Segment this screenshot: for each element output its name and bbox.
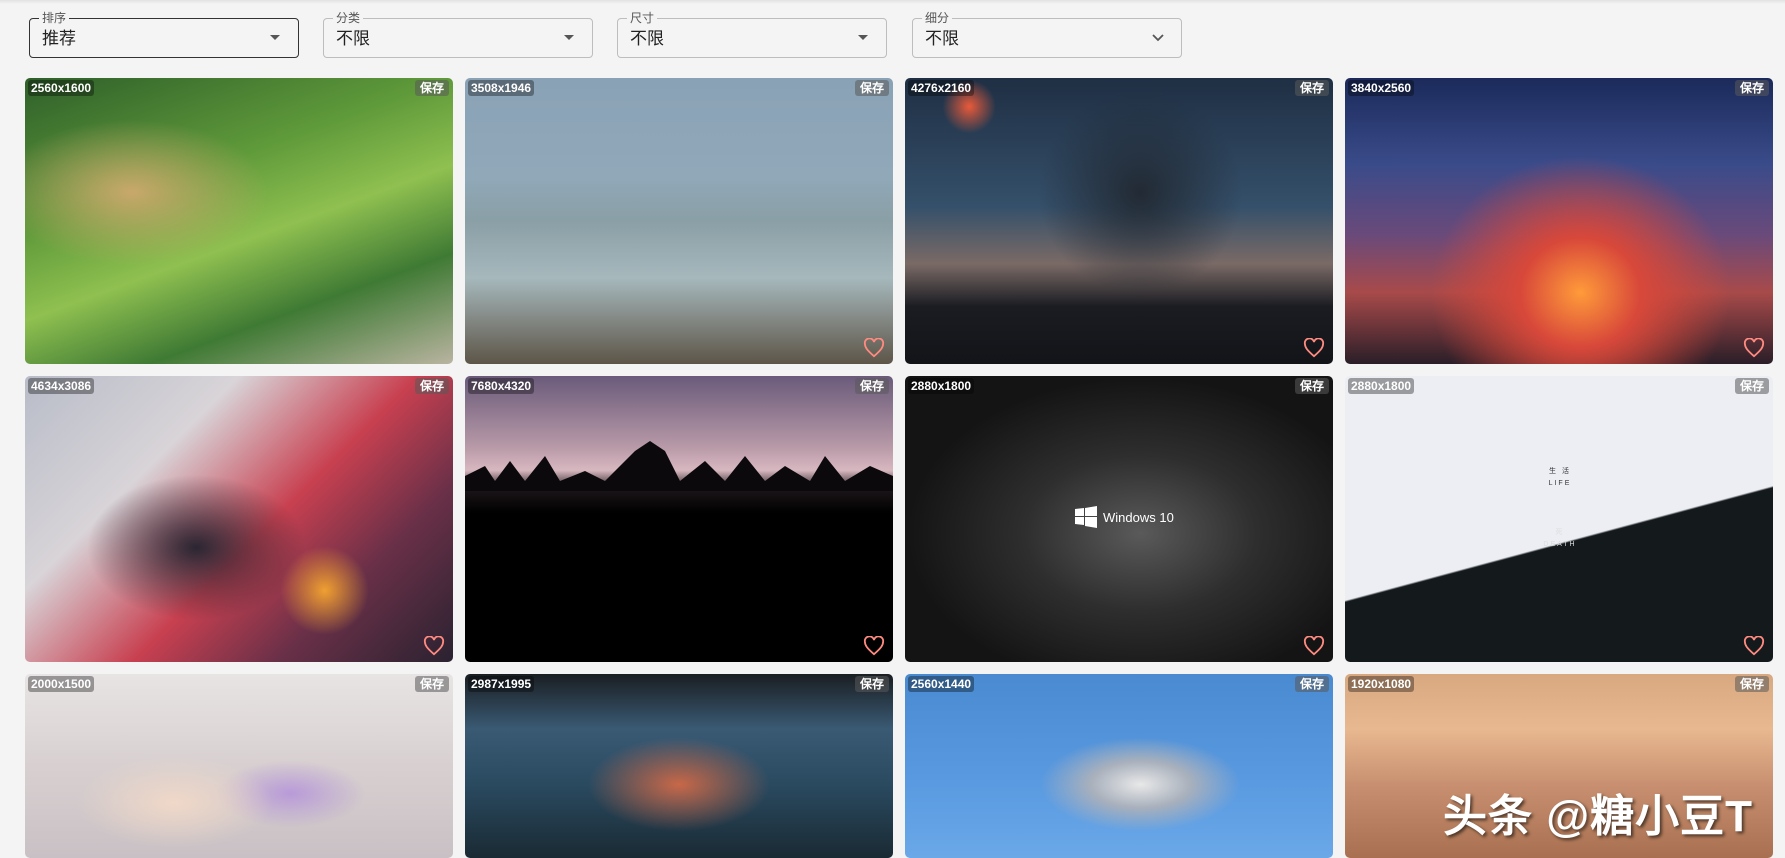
windows-text: Windows 10 (1103, 509, 1174, 525)
wallpaper-card[interactable]: 生 活 LIFE 死 DEATH 2880x1800 保存 (1345, 376, 1773, 662)
wallpaper-thumbnail[interactable] (465, 674, 893, 858)
wallpaper-thumbnail[interactable] (905, 674, 1333, 858)
category-select[interactable]: 分类 不限 (323, 11, 593, 58)
category-select-value: 不限 (336, 29, 370, 48)
sort-select[interactable]: 排序 推荐 (29, 11, 299, 58)
resolution-badge: 2000x1500 (28, 676, 95, 692)
save-button[interactable]: 保存 (854, 80, 889, 96)
subcategory-select-value: 不限 (925, 29, 959, 48)
save-button[interactable]: 保存 (414, 676, 449, 692)
resolution-badge: 2880x1800 (1348, 378, 1415, 394)
windows-logo-icon (1075, 506, 1097, 528)
life-text: LIFE (1548, 480, 1572, 487)
resolution-badge: 2880x1800 (908, 378, 975, 394)
save-button[interactable]: 保存 (414, 80, 449, 96)
heart-icon[interactable] (863, 338, 885, 358)
life-cn-text: 生 活 (1549, 468, 1571, 475)
wallpaper-card[interactable]: 2560x1440 保存 (905, 674, 1333, 858)
wallpaper-card[interactable]: Windows 10 2880x1800 保存 (905, 376, 1333, 662)
heart-icon[interactable] (1303, 636, 1325, 656)
category-select-label: 分类 (333, 11, 364, 25)
wallpaper-card[interactable]: 4634x3086 保存 (25, 376, 453, 662)
resolution-badge: 2560x1440 (908, 676, 975, 692)
resolution-badge: 3840x2560 (1348, 80, 1415, 96)
save-button[interactable]: 保存 (854, 676, 889, 692)
resolution-badge: 7680x4320 (468, 378, 535, 394)
save-button[interactable]: 保存 (1294, 676, 1329, 692)
resolution-badge: 1920x1080 (1348, 676, 1415, 692)
chevron-down-icon (1152, 34, 1164, 42)
size-select-value: 不限 (630, 29, 664, 48)
filter-bar: 排序 推荐 分类 不限 尺寸 不限 细分 不限 (0, 0, 1785, 70)
heart-icon[interactable] (1743, 636, 1765, 656)
resolution-badge: 4634x3086 (28, 378, 95, 394)
wallpaper-card[interactable]: 7680x4320 保存 (465, 376, 893, 662)
wallpaper-thumbnail[interactable] (905, 78, 1333, 364)
resolution-badge: 4276x2160 (908, 80, 975, 96)
save-button[interactable]: 保存 (854, 378, 889, 394)
subcategory-select[interactable]: 细分 不限 (912, 11, 1182, 58)
size-select[interactable]: 尺寸 不限 (617, 11, 887, 58)
heart-icon[interactable] (423, 636, 445, 656)
sort-select-value: 推荐 (42, 29, 76, 48)
subcategory-select-label: 细分 (922, 11, 953, 25)
wallpaper-thumbnail[interactable] (25, 674, 453, 858)
wallpaper-thumbnail[interactable] (1345, 78, 1773, 364)
wallpaper-thumbnail[interactable] (465, 376, 893, 662)
caret-down-icon (564, 35, 574, 40)
save-button[interactable]: 保存 (1294, 80, 1329, 96)
save-button[interactable]: 保存 (1294, 378, 1329, 394)
windows-logo-overlay: Windows 10 (1075, 506, 1174, 528)
resolution-badge: 2987x1995 (468, 676, 535, 692)
resolution-badge: 2560x1600 (28, 80, 95, 96)
life-death-overlay: 生 活 LIFE 死 DEATH (1525, 466, 1595, 548)
heart-icon[interactable] (1303, 338, 1325, 358)
wallpaper-thumbnail[interactable] (465, 78, 893, 364)
wallpaper-card[interactable]: 4276x2160 保存 (905, 78, 1333, 364)
caret-down-icon (270, 35, 280, 40)
heart-icon[interactable] (863, 636, 885, 656)
save-button[interactable]: 保存 (1734, 378, 1769, 394)
size-select-label: 尺寸 (627, 11, 658, 25)
save-button[interactable]: 保存 (1734, 676, 1769, 692)
save-button[interactable]: 保存 (414, 378, 449, 394)
caret-down-icon (858, 35, 868, 40)
wallpaper-card[interactable]: 2987x1995 保存 (465, 674, 893, 858)
death-text: DEATH (1543, 541, 1577, 548)
wallpaper-thumbnail[interactable] (25, 376, 453, 662)
wallpaper-card[interactable]: 2000x1500 保存 (25, 674, 453, 858)
watermark: 头条 @糖小豆T (1443, 792, 1754, 841)
wallpaper-thumbnail[interactable] (25, 78, 453, 364)
silhouette-illustration (465, 441, 893, 491)
wallpaper-card[interactable]: 3508x1946 保存 (465, 78, 893, 364)
wallpaper-card[interactable]: 3840x2560 保存 (1345, 78, 1773, 364)
heart-icon[interactable] (1743, 338, 1765, 358)
resolution-badge: 3508x1946 (468, 80, 535, 96)
sort-select-label: 排序 (39, 11, 70, 25)
save-button[interactable]: 保存 (1734, 80, 1769, 96)
wallpaper-card[interactable]: 2560x1600 保存 (25, 78, 453, 364)
death-cn-text: 死 (1555, 529, 1565, 536)
